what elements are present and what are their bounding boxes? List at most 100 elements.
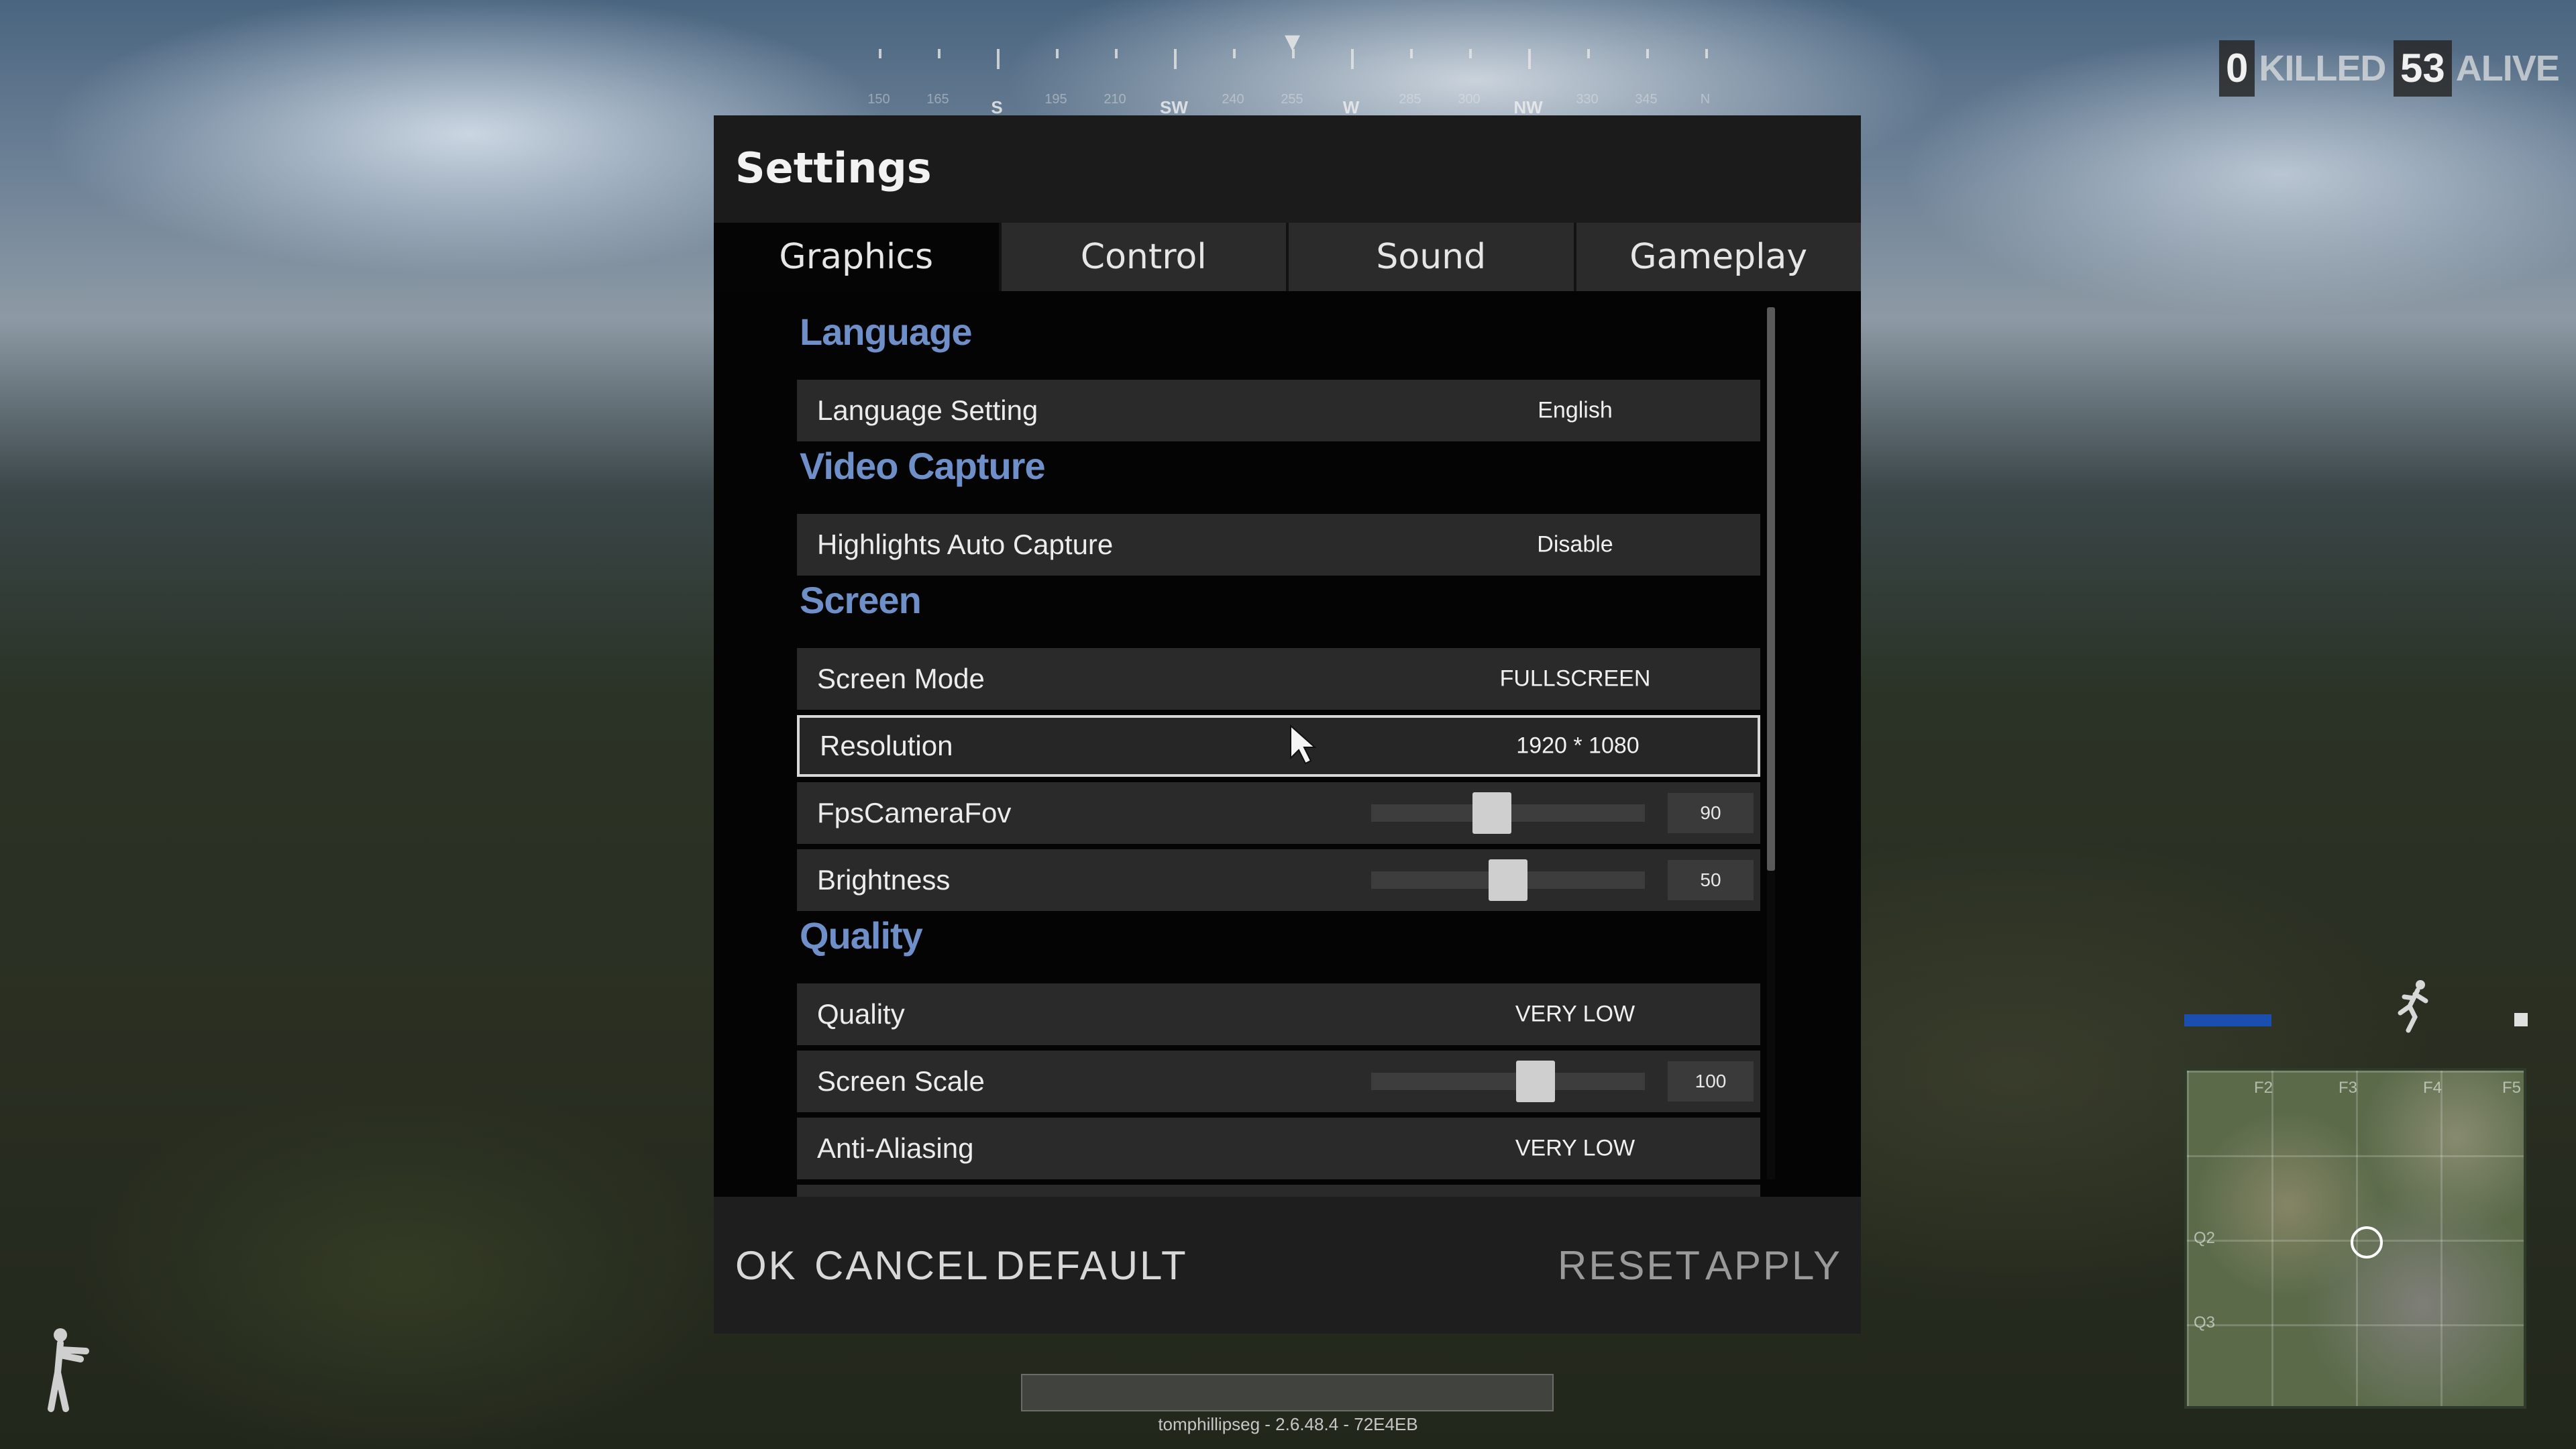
compass-label: 150: [867, 92, 890, 107]
setting-label: Screen Mode: [817, 663, 985, 694]
settings-dialog: Settings Graphics Control Sound Gameplay…: [714, 115, 1861, 1334]
setting-value[interactable]: English: [1474, 398, 1676, 424]
cancel-button[interactable]: CANCEL: [814, 1242, 989, 1289]
section-language-header: Language: [800, 311, 972, 353]
minimap-grid-label: F2: [2254, 1079, 2273, 1097]
compass: ▼ 150 165 S 195 210 SW 240 255 W 285 300…: [867, 30, 1737, 117]
setting-row-screen-scale[interactable]: Screen Scale 100: [797, 1051, 1760, 1112]
compass-tick: [1469, 49, 1472, 58]
bottom-status-bar: [1021, 1374, 1554, 1411]
minimap[interactable]: F2 F3 F4 F5 Q2 Q3: [2184, 1068, 2526, 1409]
setting-value[interactable]: 1920 * 1080: [1477, 733, 1678, 759]
slider-handle[interactable]: [1472, 792, 1511, 834]
compass-label: N: [1700, 92, 1711, 107]
compass-label: 210: [1104, 92, 1126, 107]
reset-button[interactable]: RESET: [1558, 1242, 1702, 1289]
killed-counter: 0 KILLED: [2219, 40, 2386, 97]
settings-footer: OK CANCEL DEFAULT RESET APPLY: [714, 1197, 1861, 1334]
running-stance-icon: [2398, 980, 2428, 1033]
killed-label: KILLED: [2259, 48, 2386, 89]
indicator-square: [2514, 1013, 2528, 1026]
compass-tick: [938, 49, 941, 58]
compass-label: 255: [1281, 92, 1303, 107]
brightness-slider[interactable]: [1371, 859, 1645, 901]
setting-row-language[interactable]: Language Setting English: [797, 380, 1760, 441]
setting-row-resolution[interactable]: Resolution 1920 * 1080: [797, 715, 1760, 777]
screen-scale-value-box[interactable]: 100: [1668, 1061, 1754, 1102]
compass-label: 330: [1576, 92, 1599, 107]
setting-label: FpsCameraFov: [817, 797, 1012, 828]
tab-sound[interactable]: Sound: [1286, 223, 1574, 291]
compass-tick: [1410, 49, 1413, 58]
settings-title: Settings: [735, 144, 932, 193]
compass-tick: [879, 49, 881, 58]
setting-value[interactable]: VERY LOW: [1474, 1136, 1676, 1162]
player-stance-soldier-icon: [48, 1328, 89, 1412]
compass-tick: [1705, 49, 1708, 58]
minimap-grid-label: Q2: [2194, 1229, 2216, 1247]
settings-tabs: Graphics Control Sound Gameplay: [714, 223, 1861, 291]
player-location-icon: [2351, 1226, 2383, 1258]
fov-slider[interactable]: [1371, 792, 1645, 834]
tab-gameplay[interactable]: Gameplay: [1573, 223, 1861, 291]
brightness-value-box[interactable]: 50: [1668, 860, 1754, 900]
default-button[interactable]: DEFAULT: [996, 1242, 1188, 1289]
settings-panel: Language Language Setting English Video …: [714, 291, 1861, 1197]
compass-tick: [997, 49, 1000, 69]
build-info: tomphillipseg - 2.6.48.4 - 72E4EB: [1158, 1414, 1418, 1434]
settings-titlebar: Settings: [714, 115, 1861, 223]
compass-tick: [1528, 49, 1531, 69]
setting-row-anti-aliasing[interactable]: Anti-Aliasing VERY LOW: [797, 1118, 1760, 1179]
setting-row-partial: [797, 1185, 1760, 1197]
setting-value[interactable]: VERY LOW: [1474, 1002, 1676, 1028]
setting-label: Anti-Aliasing: [817, 1132, 974, 1164]
mouse-cursor-icon: [1290, 724, 1317, 765]
section-quality-header: Quality: [800, 914, 923, 957]
compass-tick: [1115, 49, 1118, 58]
screen-scale-slider[interactable]: [1371, 1061, 1645, 1102]
setting-label: Highlights Auto Capture: [817, 529, 1114, 560]
setting-value[interactable]: FULLSCREEN: [1474, 666, 1676, 692]
compass-label: 285: [1399, 92, 1421, 107]
setting-value[interactable]: Disable: [1474, 532, 1676, 558]
minimap-grid-label: F4: [2423, 1079, 2443, 1097]
compass-tick: [1587, 49, 1590, 58]
alive-label: ALIVE: [2455, 48, 2560, 89]
scrollbar-thumb[interactable]: [1767, 307, 1775, 871]
section-screen-header: Screen: [800, 579, 922, 621]
setting-row-highlights-auto-capture[interactable]: Highlights Auto Capture Disable: [797, 514, 1760, 576]
slider-handle[interactable]: [1489, 859, 1527, 901]
minimap-grid-label: Q3: [2194, 1313, 2216, 1332]
compass-tick: [1646, 49, 1649, 58]
setting-label: Screen Scale: [817, 1065, 985, 1097]
setting-label: Resolution: [820, 730, 953, 761]
alive-counter: 53 ALIVE: [2394, 40, 2560, 97]
killed-count: 0: [2219, 40, 2255, 97]
fov-value-box[interactable]: 90: [1668, 793, 1754, 833]
setting-label: Language Setting: [817, 394, 1038, 426]
tab-graphics[interactable]: Graphics: [714, 223, 999, 291]
slider-handle[interactable]: [1515, 1061, 1555, 1102]
setting-label: Quality: [817, 998, 905, 1030]
ok-button[interactable]: OK: [735, 1242, 798, 1289]
compass-tick: [1174, 49, 1177, 69]
minimap-grid-label: F5: [2502, 1079, 2522, 1097]
compass-tick: [1351, 49, 1354, 69]
setting-row-screen-mode[interactable]: Screen Mode FULLSCREEN: [797, 648, 1760, 710]
setting-row-brightness[interactable]: Brightness 50: [797, 849, 1760, 911]
setting-row-quality[interactable]: Quality VERY LOW: [797, 983, 1760, 1045]
compass-label: 240: [1222, 92, 1244, 107]
compass-label: 300: [1458, 92, 1481, 107]
apply-button[interactable]: APPLY: [1705, 1242, 1842, 1289]
setting-label: Brightness: [817, 864, 951, 896]
compass-label: 345: [1635, 92, 1658, 107]
section-video-capture-header: Video Capture: [800, 445, 1046, 487]
tab-control[interactable]: Control: [998, 223, 1286, 291]
alive-count: 53: [2394, 40, 2452, 97]
compass-tick: [1233, 49, 1236, 58]
minimap-grid-label: F3: [2339, 1079, 2358, 1097]
compass-label: 165: [926, 92, 949, 107]
compass-label: 195: [1044, 92, 1067, 107]
setting-row-fps-camera-fov[interactable]: FpsCameraFov 90: [797, 782, 1760, 844]
compass-tick: [1056, 49, 1059, 58]
